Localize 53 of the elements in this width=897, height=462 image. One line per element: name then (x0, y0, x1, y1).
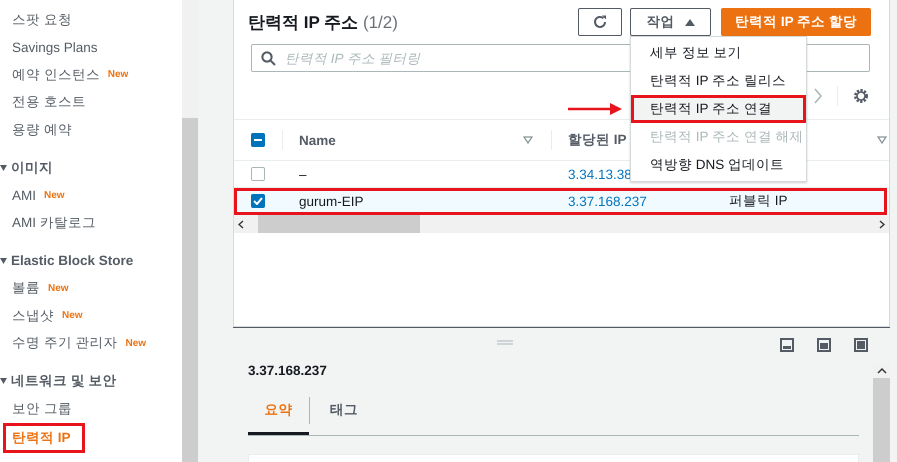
sidebar-item[interactable]: Savings Plans (0, 34, 182, 61)
new-label: New (48, 282, 69, 294)
refresh-icon (592, 14, 608, 30)
caret-icon[interactable] (0, 164, 7, 170)
sort-icon[interactable] (523, 136, 533, 144)
new-label: New (108, 69, 128, 80)
sidebar-item[interactable]: AMI 카탈로그 (0, 209, 182, 236)
column-header[interactable]: 할당된 IP (568, 131, 627, 149)
settings-icon[interactable] (852, 86, 870, 104)
new-label: New (126, 338, 146, 349)
caret-icon[interactable] (0, 378, 7, 384)
search-icon (261, 51, 276, 66)
scroll-right-icon[interactable] (879, 220, 885, 228)
sidebar-item[interactable]: AMI New (0, 182, 182, 209)
sidebar-item[interactable]: 용량 예약 (0, 116, 182, 144)
section-title[interactable]: 네트워크 및 보안 (11, 372, 117, 390)
row-checkbox[interactable] (251, 167, 265, 181)
new-label: New (44, 190, 65, 201)
sidebar-item[interactable]: 수명 주기 관리자 New (0, 330, 182, 357)
horizontal-scrollbar[interactable] (234, 215, 889, 233)
scroll-up-icon[interactable] (876, 367, 886, 374)
table-cell: 퍼블릭 IP (729, 192, 788, 210)
panel-layout-icon[interactable] (854, 338, 868, 352)
table-cell: – (299, 166, 307, 182)
panel-title: 탄력적 IP 주소 (1/2) (248, 12, 399, 34)
sidebar-item[interactable]: 보안 그룹 (0, 395, 182, 422)
sidebar-item[interactable]: 스냅샷 New (0, 302, 182, 330)
ip-link[interactable]: 3.37.168.237 (568, 194, 647, 208)
select-all-checkbox[interactable] (251, 133, 265, 147)
sidebar-item[interactable]: 전용 호스트 (0, 88, 182, 116)
sidebar-item[interactable]: 볼륨 New (0, 274, 182, 302)
section-title[interactable]: 이미지 (11, 158, 53, 176)
sort-icon[interactable] (877, 136, 887, 144)
scroll-left-icon[interactable] (238, 220, 244, 228)
panel-layout-icon[interactable] (817, 338, 831, 352)
refresh-button[interactable] (578, 8, 622, 36)
details-title: 3.37.168.237 (248, 363, 328, 380)
new-label: New (62, 310, 83, 322)
sidebar-item[interactable]: 예약 인스턴스 New (0, 61, 182, 88)
caret-up-icon (684, 18, 694, 26)
sidebar-item[interactable]: 스팟 요청 (0, 6, 182, 34)
panel-layout-icon[interactable] (780, 338, 794, 352)
section-title[interactable]: Elastic Block Store (11, 253, 134, 268)
table-cell: gurum-EIP (299, 194, 364, 208)
table-row[interactable]: gurum-EIP 3.37.168.237 퍼블릭 IP (234, 188, 887, 215)
row-checkbox[interactable] (251, 194, 265, 208)
caret-icon[interactable] (0, 258, 7, 264)
drag-handle-icon[interactable] (497, 340, 513, 345)
arrow-icon (568, 103, 622, 115)
ip-link[interactable]: 3.34.13.38 (568, 166, 632, 182)
actions-button[interactable]: 작업 (630, 8, 711, 36)
column-header[interactable]: Name (299, 132, 336, 148)
tab[interactable]: 태그 (310, 385, 378, 435)
